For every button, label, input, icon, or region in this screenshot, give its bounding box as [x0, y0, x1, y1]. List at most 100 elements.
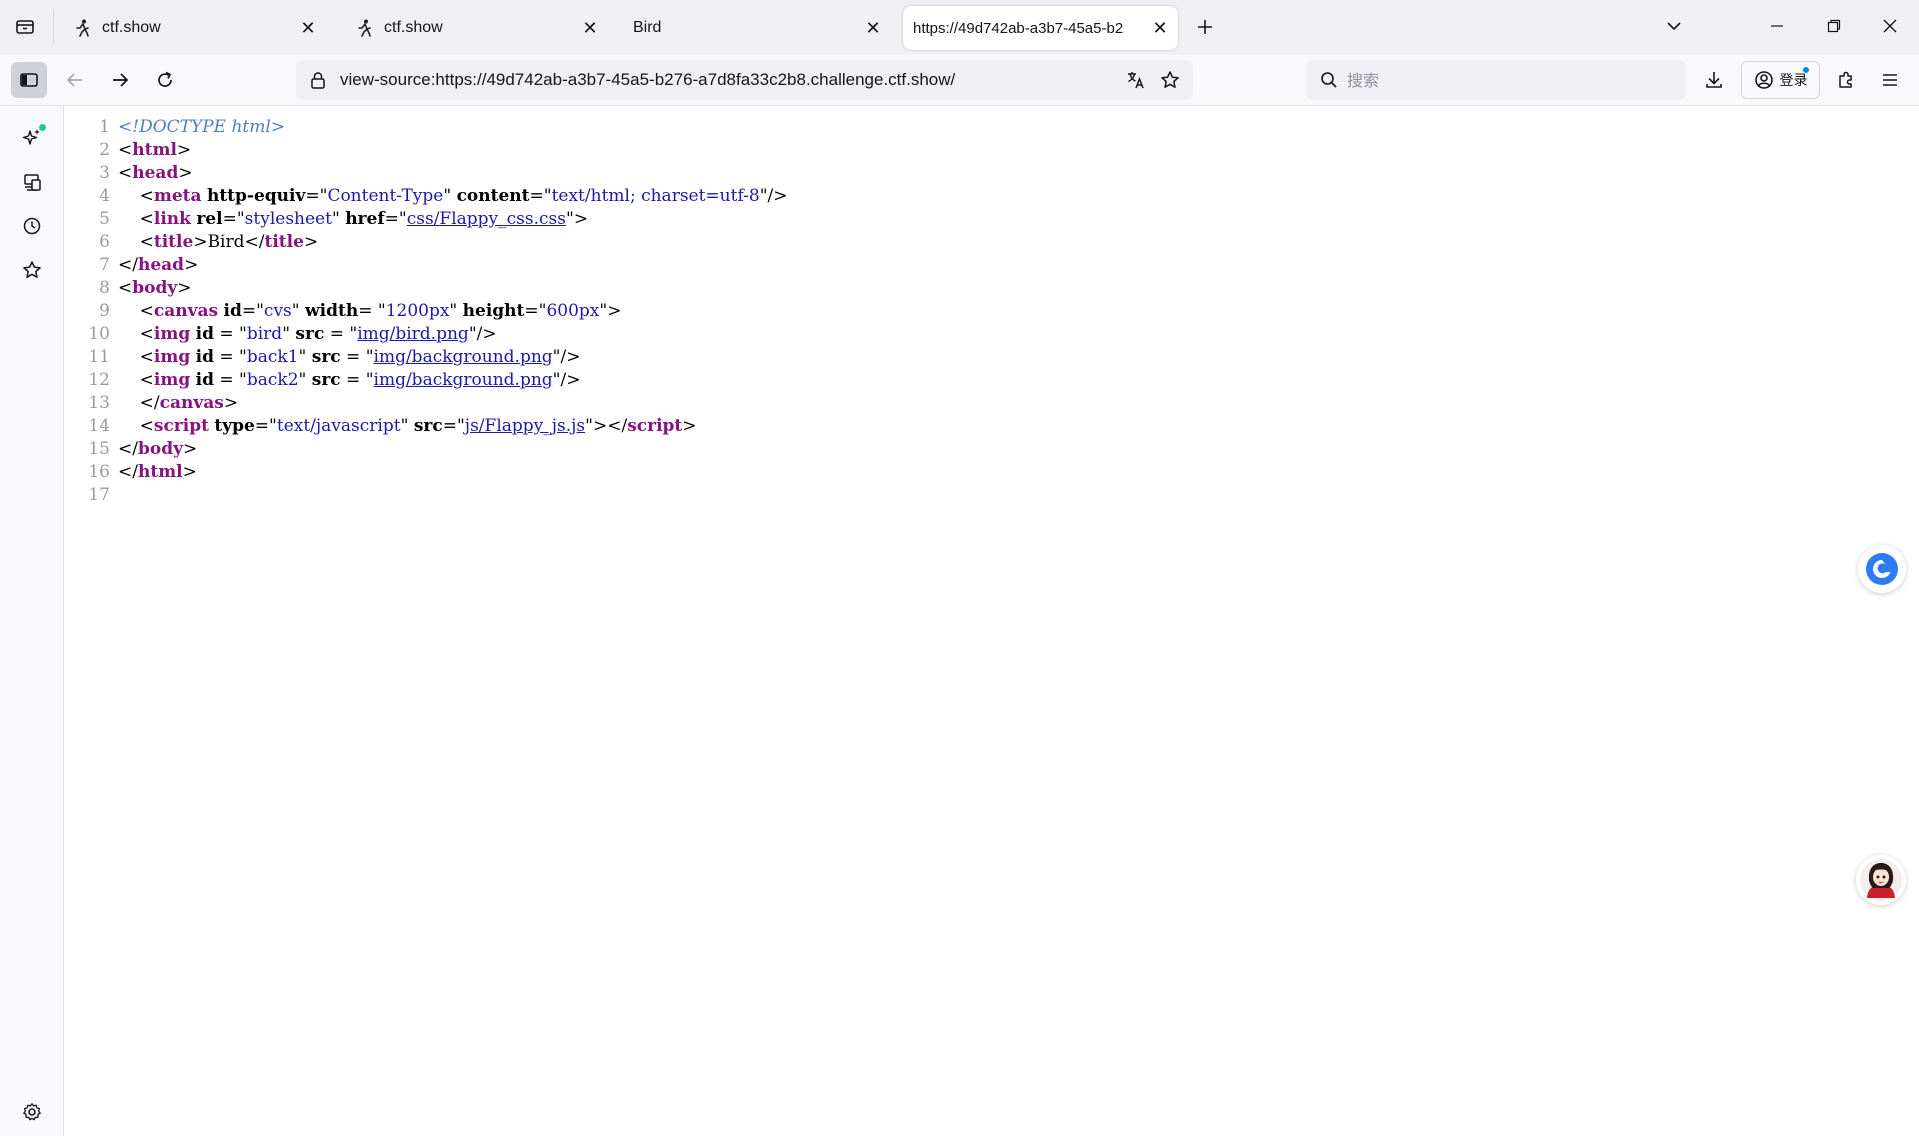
sidebar [0, 106, 64, 1136]
search-input[interactable] [1347, 70, 1647, 90]
tab-ctfshow-1[interactable]: ctf.show ✕ [60, 6, 328, 50]
line-number: 14 [88, 416, 110, 436]
attribute-name-token: type [214, 416, 255, 436]
downloads-button[interactable] [1696, 62, 1732, 98]
source-line: 3 <head> [64, 162, 788, 185]
bookmark-star-icon[interactable] [1153, 63, 1187, 97]
close-tab-icon[interactable]: ✕ [578, 16, 602, 40]
sidebar-settings-button[interactable] [14, 1094, 50, 1130]
tag-name-token: script [627, 416, 683, 436]
bracket-token: > [303, 232, 319, 252]
close-window-button[interactable] [1867, 8, 1913, 44]
text-token: = " [340, 370, 374, 390]
lock-icon[interactable] [308, 70, 328, 90]
tab-view-source-active[interactable]: https://49d742ab-a3b7-45a5-b2 ✕ [903, 6, 1178, 50]
history-button[interactable] [14, 208, 50, 244]
source-line: 13 </canvas> [64, 392, 788, 415]
close-icon [1883, 19, 1897, 33]
restore-icon [1827, 19, 1841, 33]
list-all-tabs-button[interactable] [1651, 8, 1697, 44]
source-link[interactable]: img/background.png [374, 347, 553, 367]
ai-badge-dot [39, 124, 46, 131]
new-tab-button[interactable] [1190, 12, 1220, 42]
tab-title: https://49d742ab-a3b7-45a5-b2 [913, 19, 1124, 37]
tab-title: Bird [633, 19, 662, 36]
source-line: 4 <meta http-equiv="Content-Type" conten… [64, 185, 788, 208]
synced-tabs-button[interactable] [14, 164, 50, 200]
line-content: <!DOCTYPE html> [116, 116, 285, 139]
line-content: <img id = "bird" src = "img/bird.png"/> [116, 323, 497, 346]
restore-button[interactable] [1811, 8, 1857, 44]
tag-name-token: body [137, 439, 183, 459]
extensions-button[interactable] [1828, 62, 1864, 98]
bracket-token: </ [118, 439, 138, 459]
close-tab-icon[interactable]: ✕ [296, 16, 320, 40]
line-number: 16 [88, 462, 110, 482]
sidebar-toggle-button[interactable] [11, 62, 47, 98]
tag-name-token: body [132, 278, 178, 298]
bracket-token: < [139, 301, 154, 321]
bracket-token: < [139, 232, 154, 252]
bracket-token: </ [118, 462, 138, 482]
bracket-token: > [177, 278, 192, 298]
source-line: 17 [64, 484, 788, 507]
avatar-icon [1860, 859, 1902, 901]
text-token: Bird [207, 232, 245, 252]
line-number: 10 [88, 324, 110, 344]
app-menu-button[interactable] [1872, 62, 1908, 98]
source-link[interactable]: img/background.png [374, 370, 553, 390]
account-login-button[interactable]: 登录 [1741, 61, 1820, 99]
url-text[interactable]: view-source:https://49d742ab-a3b7-45a5-b… [340, 70, 1119, 90]
line-number: 7 [99, 255, 110, 275]
tab-bird[interactable]: Bird ✕ [617, 6, 893, 50]
bracket-token: > [223, 393, 239, 413]
line-content: <script type="text/javascript" src="js/F… [116, 415, 697, 438]
assistant-icon [1866, 553, 1898, 585]
line-content: <title>Bird</title> [116, 231, 319, 254]
view-source-content: 1 <!DOCTYPE html> 2 <html> 3 <head> 4 <meta ht… [64, 106, 1919, 1136]
url-bar[interactable]: view-source:https://49d742ab-a3b7-45a5-b… [296, 60, 1193, 100]
source-link[interactable]: css/Flappy_css.css [407, 209, 566, 229]
line-content: </head> [116, 254, 198, 277]
attribute-value-token: back2 [246, 370, 299, 390]
text-token: " [298, 347, 312, 367]
tab-ctfshow-2[interactable]: ctf.show ✕ [342, 6, 610, 50]
source-link[interactable]: img/bird.png [357, 324, 469, 344]
translate-icon[interactable] [1119, 63, 1153, 97]
runner-icon [356, 19, 374, 37]
source-line: 16 </html> [64, 461, 788, 484]
ai-chatbot-button[interactable] [14, 120, 50, 156]
search-bar[interactable] [1307, 60, 1685, 100]
reload-button[interactable] [147, 62, 183, 98]
bracket-token: > [182, 439, 198, 459]
doctype-token: <!DOCTYPE html> [118, 117, 286, 137]
source-line: 8 <body> [64, 277, 788, 300]
bracket-token: </ [118, 255, 138, 275]
tab-list-button[interactable] [8, 10, 42, 44]
text-token: " [331, 209, 346, 229]
attribute-name-token: id [223, 301, 242, 321]
text-token: " [449, 301, 463, 321]
minimize-button[interactable] [1754, 8, 1800, 44]
line-content: <img id = "back2" src = "img/background.… [116, 369, 581, 392]
close-tab-icon[interactable]: ✕ [1148, 16, 1172, 40]
text-token: = " [324, 324, 358, 344]
close-tab-icon[interactable]: ✕ [861, 16, 885, 40]
back-button[interactable] [57, 62, 93, 98]
bookmarks-button[interactable] [14, 252, 50, 288]
source-link[interactable]: js/Flappy_js.js [465, 416, 585, 436]
bracket-token: /> [767, 186, 788, 206]
floating-assistant-button[interactable] [1858, 545, 1906, 593]
minimize-icon [1771, 25, 1783, 27]
text-token: =" [529, 186, 552, 206]
forward-button[interactable] [102, 62, 138, 98]
attribute-value-token: cvs [263, 301, 292, 321]
attribute-name-token: src [311, 370, 341, 390]
attribute-name-token: height [462, 301, 525, 321]
line-number: 15 [88, 439, 110, 459]
text-token: =" [384, 209, 407, 229]
floating-avatar-button[interactable] [1856, 855, 1906, 905]
line-number: 17 [88, 485, 110, 505]
